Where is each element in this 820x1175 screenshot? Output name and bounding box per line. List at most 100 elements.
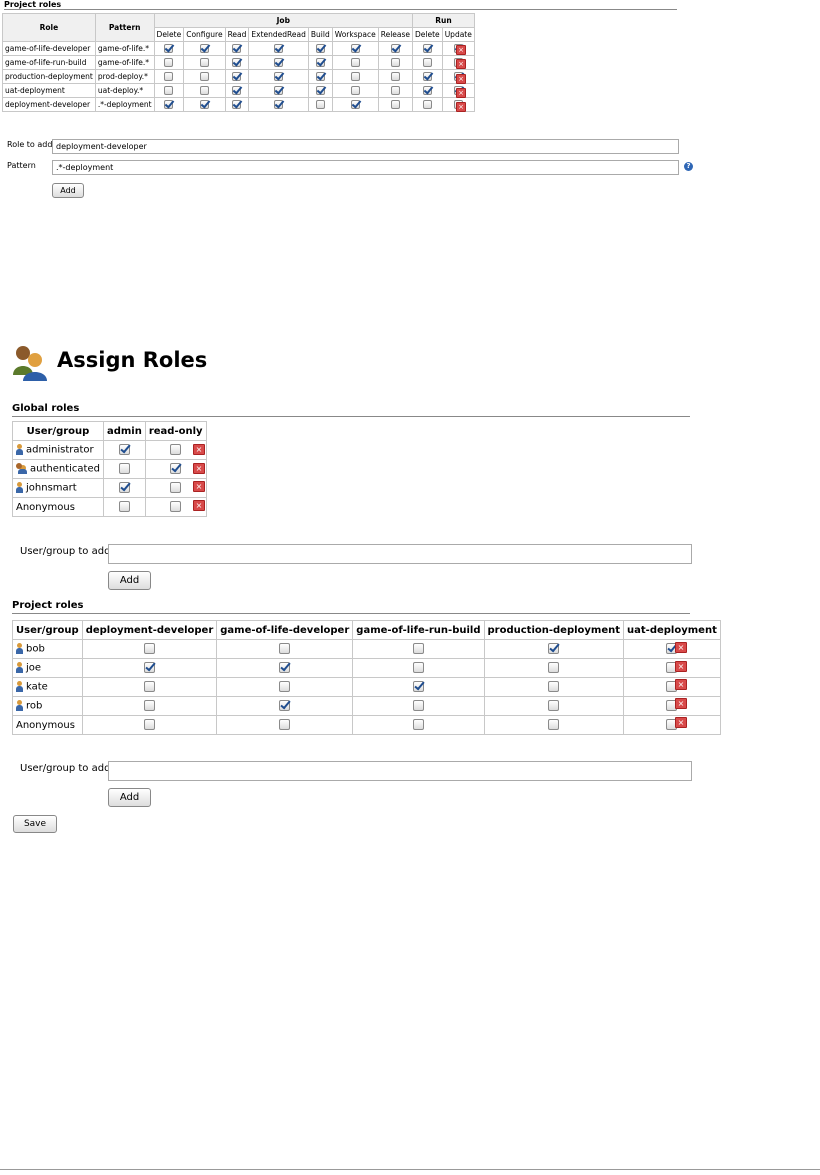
permission-checkbox[interactable]: [143, 681, 155, 693]
permission-checkbox[interactable]: [199, 86, 209, 96]
permission-checkbox[interactable]: [164, 44, 174, 54]
permission-checkbox[interactable]: [199, 58, 209, 68]
delete-user-icon[interactable]: ×: [193, 500, 205, 512]
role-cell: [81, 696, 218, 716]
pattern-label: Pattern: [7, 161, 36, 170]
permission-checkbox[interactable]: [422, 100, 432, 110]
permission-checkbox[interactable]: [315, 58, 325, 68]
permission-checkbox[interactable]: [350, 44, 360, 54]
permission-checkbox[interactable]: [390, 72, 400, 82]
permission-checkbox[interactable]: [350, 72, 360, 82]
permission-cell: [224, 83, 250, 98]
project-add-button[interactable]: Add: [108, 788, 151, 807]
add-role-button[interactable]: Add: [52, 183, 84, 198]
permission-checkbox[interactable]: [412, 681, 424, 693]
permission-checkbox[interactable]: [274, 72, 284, 82]
permission-checkbox[interactable]: [232, 100, 242, 110]
permission-checkbox[interactable]: [390, 86, 400, 96]
permission-checkbox[interactable]: [164, 100, 174, 110]
permission-checkbox[interactable]: [548, 719, 560, 731]
permission-checkbox[interactable]: [412, 662, 424, 674]
permission-checkbox[interactable]: [315, 86, 325, 96]
project-user-to-add-input[interactable]: [108, 761, 692, 781]
permission-checkbox[interactable]: [315, 44, 325, 54]
permission-checkbox[interactable]: [315, 100, 325, 110]
global-user-to-add-input[interactable]: [108, 544, 692, 564]
permission-checkbox[interactable]: [548, 662, 560, 674]
run-perm-header: Update: [441, 27, 475, 42]
role-cell: [352, 658, 485, 678]
permission-checkbox[interactable]: [279, 643, 291, 655]
delete-role-icon[interactable]: ×: [456, 73, 466, 84]
permission-checkbox[interactable]: [422, 44, 432, 54]
permission-checkbox[interactable]: [199, 44, 209, 54]
permission-checkbox[interactable]: [390, 100, 400, 110]
pattern-input[interactable]: .*-deployment: [52, 160, 679, 175]
permission-checkbox[interactable]: [164, 72, 174, 82]
permission-checkbox[interactable]: [274, 44, 284, 54]
permission-checkbox[interactable]: [232, 72, 242, 82]
permission-checkbox[interactable]: [164, 86, 174, 96]
permission-checkbox[interactable]: [118, 501, 130, 513]
permission-checkbox[interactable]: [315, 72, 325, 82]
delete-user-icon[interactable]: ×: [675, 716, 687, 728]
delete-user-icon[interactable]: ×: [193, 462, 205, 474]
run-perm-header: Delete: [412, 27, 443, 42]
delete-user-icon[interactable]: ×: [675, 660, 687, 672]
delete-role-icon[interactable]: ×: [456, 87, 466, 98]
permission-checkbox[interactable]: [548, 681, 560, 693]
permission-checkbox[interactable]: [279, 719, 291, 731]
permission-checkbox[interactable]: [232, 86, 242, 96]
permission-checkbox[interactable]: [143, 719, 155, 731]
permission-checkbox[interactable]: [118, 482, 130, 494]
permission-checkbox[interactable]: [118, 444, 130, 456]
delete-role-icon[interactable]: ×: [456, 102, 466, 113]
permission-checkbox[interactable]: [143, 643, 155, 655]
permission-checkbox[interactable]: [279, 700, 291, 712]
permission-checkbox[interactable]: [412, 719, 424, 731]
delete-user-icon[interactable]: ×: [193, 444, 205, 455]
permission-checkbox[interactable]: [422, 86, 432, 96]
permission-checkbox[interactable]: [412, 643, 424, 655]
permission-checkbox[interactable]: [350, 100, 360, 110]
permission-checkbox[interactable]: [232, 44, 242, 54]
role-to-add-input[interactable]: deployment-developer: [52, 139, 679, 154]
permission-checkbox[interactable]: [170, 501, 182, 513]
permission-checkbox[interactable]: [279, 681, 291, 693]
permission-checkbox[interactable]: [143, 700, 155, 712]
save-button[interactable]: Save: [13, 815, 57, 833]
permission-checkbox[interactable]: [390, 44, 400, 54]
permission-checkbox[interactable]: [199, 72, 209, 82]
delete-user-icon[interactable]: ×: [675, 698, 687, 710]
permission-checkbox[interactable]: [274, 86, 284, 96]
delete-user-icon[interactable]: ×: [675, 642, 687, 653]
permission-checkbox[interactable]: [548, 643, 560, 655]
permission-checkbox[interactable]: [164, 58, 174, 68]
permission-checkbox[interactable]: [390, 58, 400, 68]
permission-checkbox[interactable]: [350, 86, 360, 96]
permission-checkbox[interactable]: [274, 100, 284, 110]
permission-checkbox[interactable]: [199, 100, 209, 110]
delete-user-icon[interactable]: ×: [675, 679, 687, 691]
permission-checkbox[interactable]: [350, 58, 360, 68]
permission-checkbox[interactable]: [279, 662, 291, 674]
global-add-button[interactable]: Add: [108, 571, 151, 590]
delete-role-icon[interactable]: ×: [456, 59, 466, 70]
permission-checkbox[interactable]: [170, 444, 182, 456]
role-cell: [216, 715, 354, 735]
delete-user-icon[interactable]: ×: [193, 481, 205, 493]
permission-checkbox[interactable]: [143, 662, 155, 674]
permission-checkbox[interactable]: [412, 700, 424, 712]
help-icon[interactable]: ?: [684, 162, 693, 171]
permission-checkbox[interactable]: [422, 72, 432, 82]
permission-checkbox[interactable]: [118, 463, 130, 475]
permission-checkbox[interactable]: [232, 58, 242, 68]
permission-checkbox[interactable]: [274, 58, 284, 68]
project-roles-header: production-deployment: [483, 620, 625, 640]
delete-role-icon[interactable]: ×: [456, 45, 466, 55]
permission-checkbox[interactable]: [170, 482, 182, 494]
global-user-to-add-label: User/group to add: [20, 546, 111, 557]
permission-checkbox[interactable]: [170, 463, 182, 475]
permission-checkbox[interactable]: [422, 58, 432, 68]
permission-checkbox[interactable]: [548, 700, 560, 712]
